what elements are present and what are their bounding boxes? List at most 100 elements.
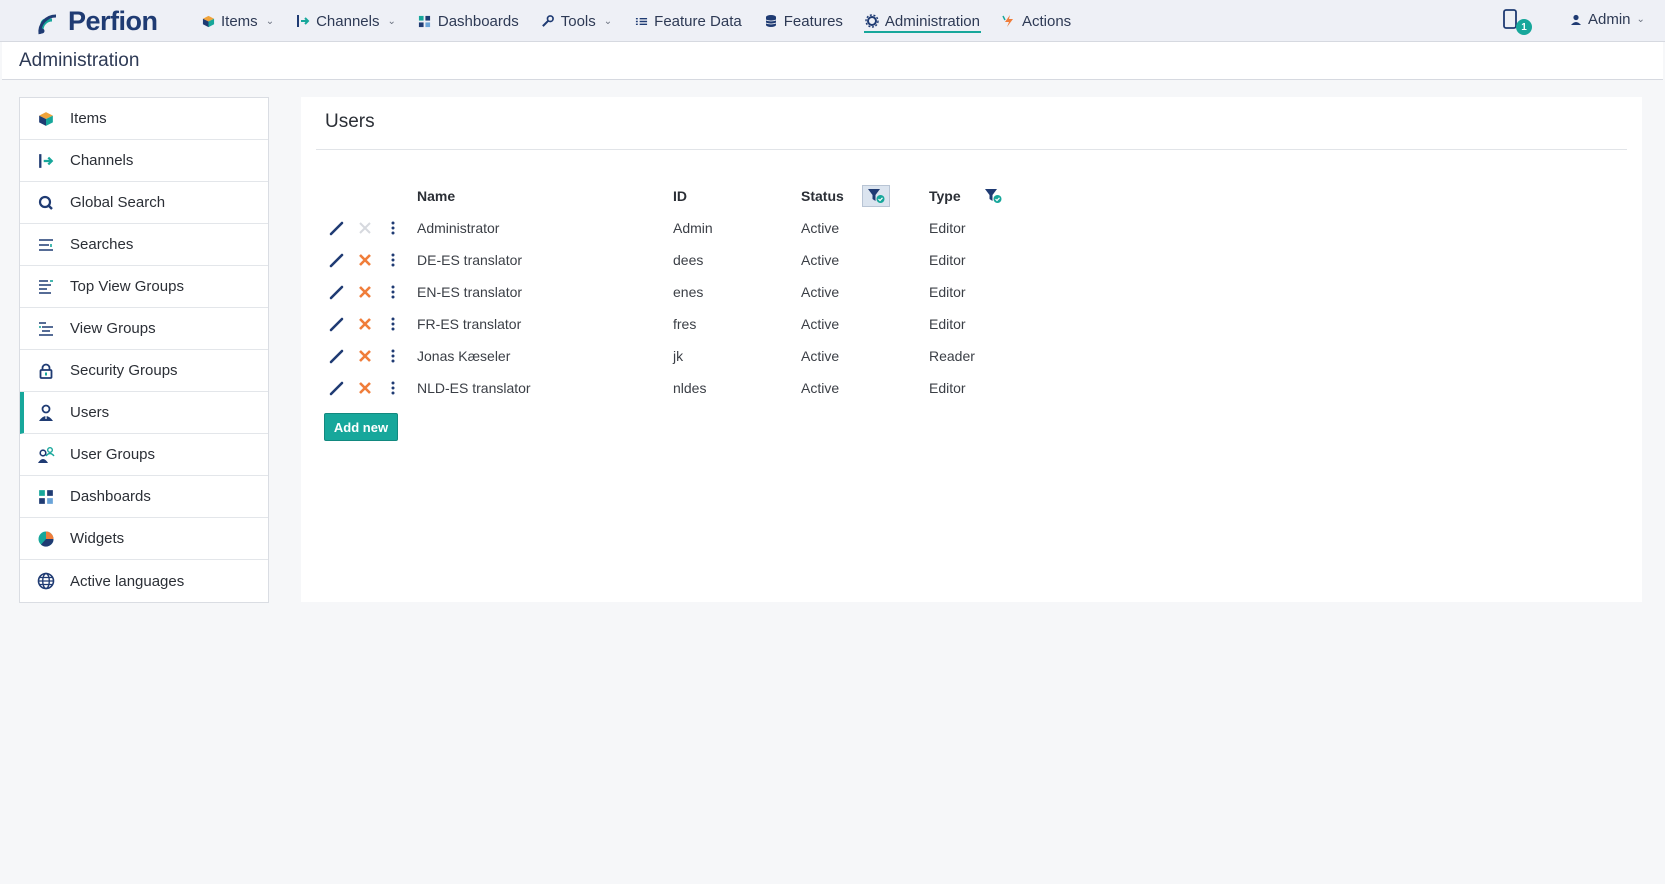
user-name-cell: Jonas Kæseler — [417, 348, 511, 364]
column-header-name[interactable]: Name — [417, 180, 673, 212]
sidebar-item-label: View Groups — [70, 320, 156, 337]
dashboard-grid-icon — [418, 14, 432, 28]
sidebar-item-label: Active languages — [70, 572, 185, 590]
more-options-icon[interactable] — [383, 346, 403, 366]
more-options-icon[interactable] — [383, 250, 403, 270]
cube-icon — [36, 109, 56, 129]
user-status-cell: Active — [801, 316, 840, 332]
user-type-cell: Editor — [929, 252, 966, 268]
users-table: Name ID Status Type Administrator Admin … — [321, 180, 1049, 404]
sidebar-item-label: User Groups — [70, 446, 156, 463]
user-type-cell: Editor — [929, 220, 966, 236]
delete-icon[interactable] — [355, 346, 375, 366]
table-row: FR-ES translator fres Active Editor — [321, 308, 1049, 340]
user-id-cell: dees — [673, 252, 704, 268]
more-options-icon[interactable] — [383, 218, 403, 238]
divider — [316, 149, 1627, 150]
user-status-cell: Active — [801, 252, 840, 268]
edit-icon[interactable] — [327, 314, 347, 334]
top-navigation-bar: Perfion Items ⌄ Channels ⌄ Dashboards To… — [0, 0, 1665, 42]
more-options-icon[interactable] — [383, 282, 403, 302]
sidebar-item-label: Top View Groups — [70, 278, 184, 295]
main-menu: Items ⌄ Channels ⌄ Dashboards Tools ⌄ Fe… — [190, 0, 1082, 42]
brand-name: Perfion — [68, 6, 158, 36]
sidebar-item-user-groups[interactable]: User Groups — [20, 434, 268, 476]
delete-icon[interactable] — [355, 250, 375, 270]
sidebar-item-channels[interactable]: Channels — [20, 140, 268, 182]
nav-channels[interactable]: Channels ⌄ — [285, 0, 407, 42]
globe-icon — [36, 571, 56, 591]
top-view-groups-icon — [36, 277, 56, 297]
column-header-id[interactable]: ID — [673, 180, 801, 212]
cube-icon — [201, 14, 215, 28]
nav-tools[interactable]: Tools ⌄ — [530, 0, 623, 42]
sidebar-item-security-groups[interactable]: Security Groups — [20, 350, 268, 392]
sidebar-item-label: Global Search — [70, 194, 166, 211]
more-options-icon[interactable] — [383, 378, 403, 398]
sidebar-item-searches[interactable]: Searches — [20, 224, 268, 266]
search-icon — [36, 193, 56, 213]
status-header-label[interactable]: Status — [801, 188, 844, 204]
table-row: Jonas Kæseler jk Active Reader — [321, 340, 1049, 372]
user-menu[interactable]: Admin ⌄ — [1570, 11, 1645, 28]
user-type-cell: Editor — [929, 380, 966, 396]
user-name: Admin — [1588, 11, 1631, 28]
user-name-cell: NLD-ES translator — [417, 380, 531, 396]
delete-icon[interactable] — [355, 378, 375, 398]
sidebar-item-global-search[interactable]: Global Search — [20, 182, 268, 224]
users-panel: Users Name ID Status Type Administrator … — [301, 97, 1642, 602]
type-filter-button[interactable] — [979, 185, 1007, 207]
user-icon — [36, 403, 56, 423]
user-status-cell: Active — [801, 348, 840, 364]
edit-icon[interactable] — [327, 282, 347, 302]
user-status-cell: Active — [801, 284, 840, 300]
delete-icon[interactable] — [355, 282, 375, 302]
edit-icon[interactable] — [327, 218, 347, 238]
edit-icon[interactable] — [327, 378, 347, 398]
sidebar-item-widgets[interactable]: Widgets — [20, 518, 268, 560]
nav-channels-label: Channels — [316, 12, 380, 30]
nav-actions[interactable]: Actions — [991, 0, 1082, 42]
more-options-icon[interactable] — [383, 314, 403, 334]
channel-arrow-icon — [36, 151, 56, 171]
nav-dashboards[interactable]: Dashboards — [407, 0, 530, 42]
searches-list-icon — [36, 235, 56, 255]
actions-header — [321, 180, 417, 212]
notifications-button[interactable]: 1 — [1503, 9, 1532, 35]
nav-administration[interactable]: Administration — [854, 0, 991, 42]
sidebar-item-label: Security Groups — [70, 362, 178, 379]
nav-feature-data[interactable]: Feature Data — [623, 0, 753, 42]
nav-tools-label: Tools — [560, 12, 596, 30]
add-new-button[interactable]: Add new — [324, 413, 398, 441]
user-id-cell: fres — [673, 316, 697, 332]
edit-icon[interactable] — [327, 250, 347, 270]
user-id-cell: nldes — [673, 380, 707, 396]
chevron-down-icon: ⌄ — [603, 15, 613, 27]
nav-features-label: Features — [783, 12, 843, 30]
sidebar-item-items[interactable]: Items — [20, 98, 268, 140]
delete-icon[interactable] — [355, 314, 375, 334]
sidebar-item-top-view-groups[interactable]: Top View Groups — [20, 266, 268, 308]
sidebar-item-users[interactable]: Users — [20, 392, 268, 434]
view-groups-icon — [36, 319, 56, 339]
type-header-label[interactable]: Type — [929, 188, 961, 204]
chevron-down-icon: ⌄ — [387, 15, 396, 27]
perfion-logo[interactable]: Perfion — [36, 6, 158, 37]
sidebar-item-view-groups[interactable]: View Groups — [20, 308, 268, 350]
user-type-cell: Editor — [929, 316, 966, 332]
table-row: DE-ES translator dees Active Editor — [321, 244, 1049, 276]
page-title: Administration — [19, 50, 140, 71]
table-row: NLD-ES translator nldes Active Editor — [321, 372, 1049, 404]
nav-features[interactable]: Features — [753, 0, 854, 42]
notification-badge: 1 — [1516, 19, 1532, 35]
column-header-status: Status — [801, 180, 929, 212]
status-filter-button[interactable] — [861, 185, 890, 207]
phone-icon — [1503, 9, 1517, 29]
user-name-cell: Administrator — [417, 220, 500, 236]
sidebar-item-dashboards[interactable]: Dashboards — [20, 476, 268, 518]
edit-icon[interactable] — [327, 346, 347, 366]
nav-administration-label: Administration — [884, 12, 980, 30]
sidebar-item-active-languages[interactable]: Active languages — [20, 560, 268, 602]
nav-items[interactable]: Items ⌄ — [190, 0, 285, 42]
perfion-logo-icon — [38, 13, 57, 34]
